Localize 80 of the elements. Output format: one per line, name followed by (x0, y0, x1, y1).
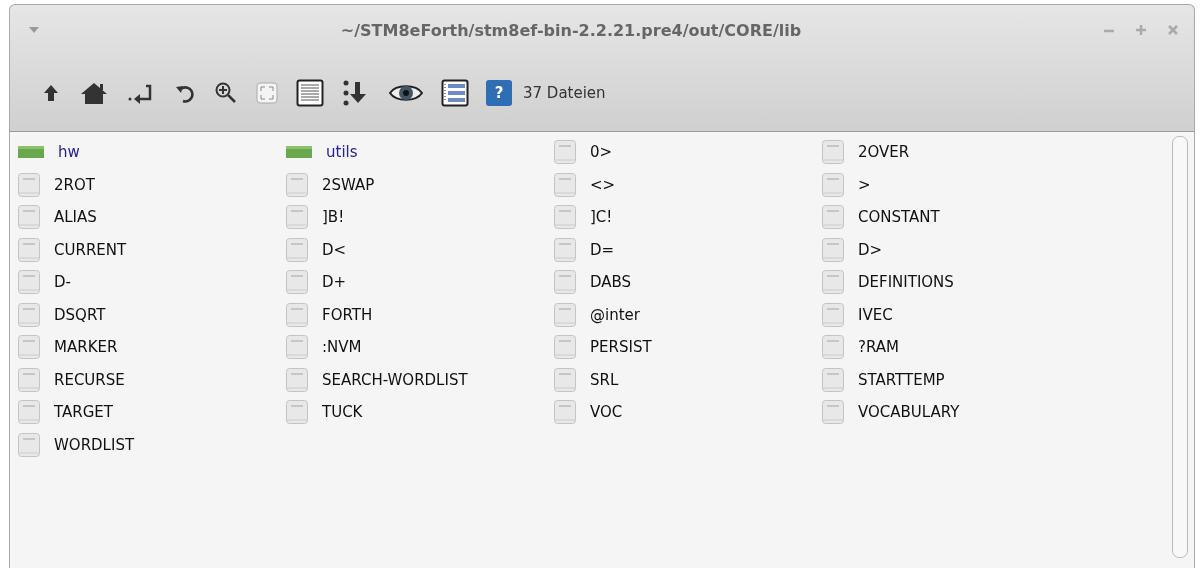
text-file-icon (554, 237, 576, 262)
file-name[interactable]: ]B! (322, 208, 345, 227)
text-file-icon (18, 205, 40, 230)
text-file-icon (18, 367, 40, 392)
file-name[interactable]: ]C! (590, 208, 613, 227)
text-file-icon (822, 335, 844, 360)
file-name[interactable]: 2OVER (858, 143, 910, 162)
file-name[interactable]: 2ROT (54, 175, 95, 194)
file-name[interactable]: 0> (590, 143, 613, 162)
file-name[interactable]: TARGET (54, 403, 113, 422)
file-name[interactable]: D+ (322, 273, 347, 292)
text-file-icon (18, 432, 40, 457)
help-button[interactable]: ? (486, 80, 512, 106)
file-name[interactable]: DEFINITIONS (858, 273, 954, 292)
text-file-icon (286, 367, 308, 392)
file-name[interactable]: DABS (590, 273, 632, 292)
text-file-icon (286, 335, 308, 360)
scrollbar[interactable] (1172, 136, 1188, 558)
detail-view-icon[interactable] (441, 79, 469, 107)
file-name[interactable]: STARTTEMP (858, 370, 945, 389)
file-name[interactable]: CONSTANT (858, 208, 940, 227)
text-file-icon (554, 367, 576, 392)
text-file-icon (822, 270, 844, 295)
file-name[interactable]: ALIAS (54, 208, 97, 227)
file-name[interactable]: D= (590, 240, 615, 259)
text-file-icon (286, 302, 308, 327)
file-count: 37 Dateien (523, 84, 606, 102)
file-name[interactable]: D< (322, 240, 347, 259)
file-name[interactable]: > (858, 175, 871, 194)
window-title: ~/STM8eForth/stm8ef-bin-2.2.21.pre4/out/CORE/lib (339, 20, 803, 40)
file-name[interactable]: hw (58, 143, 80, 162)
file-name[interactable]: 2SWAP (322, 175, 375, 194)
file-name[interactable]: D> (858, 240, 883, 259)
file-name[interactable]: SEARCH-WORDLIST (322, 370, 468, 389)
text-file-icon (18, 302, 40, 327)
file-name[interactable]: utils (326, 143, 358, 162)
text-file-icon (18, 400, 40, 425)
file-name[interactable]: VOCABULARY (858, 403, 960, 422)
file-name[interactable]: IVEC (858, 305, 893, 324)
text-file-icon (554, 335, 576, 360)
file-name[interactable]: D- (54, 273, 71, 292)
text-file-icon (286, 237, 308, 262)
text-file-icon (18, 172, 40, 197)
file-name[interactable]: FORTH (322, 305, 373, 324)
file-name[interactable]: SRL (590, 370, 619, 389)
zoom-in-icon[interactable] (214, 81, 238, 105)
text-file-icon (554, 302, 576, 327)
text-file-icon (286, 400, 308, 425)
file-name[interactable]: TUCK (322, 403, 363, 422)
text-file-icon (554, 172, 576, 197)
file-name[interactable]: :NVM (322, 338, 362, 357)
text-file-icon (18, 270, 40, 295)
text-file-icon (554, 400, 576, 425)
text-file-icon (822, 367, 844, 392)
file-name[interactable]: <> (590, 175, 616, 194)
text-file-icon (822, 140, 844, 165)
text-file-icon (18, 237, 40, 262)
file-name[interactable]: ?RAM (858, 338, 899, 357)
text-file-icon (286, 205, 308, 230)
text-file-icon (18, 335, 40, 360)
home-icon[interactable] (79, 81, 109, 105)
file-name[interactable]: RECURSE (54, 370, 125, 389)
file-name[interactable]: CURRENT (54, 240, 127, 259)
file-name[interactable]: PERSIST (590, 338, 652, 357)
text-file-icon (822, 237, 844, 262)
text-file-icon (822, 302, 844, 327)
file-name[interactable]: VOC (590, 403, 623, 422)
text-file-icon (286, 172, 308, 197)
file-name[interactable]: MARKER (54, 338, 118, 357)
file-name[interactable]: WORDLIST (54, 435, 135, 454)
list-view-icon[interactable] (296, 79, 324, 107)
text-file-icon (554, 270, 576, 295)
file-name[interactable]: @inter (590, 305, 640, 324)
text-file-icon (822, 205, 844, 230)
text-file-icon (554, 205, 576, 230)
text-file-icon (822, 172, 844, 197)
text-file-icon (554, 140, 576, 165)
text-file-icon (286, 270, 308, 295)
text-file-icon (822, 400, 844, 425)
file-name[interactable]: DSQRT (54, 305, 106, 324)
